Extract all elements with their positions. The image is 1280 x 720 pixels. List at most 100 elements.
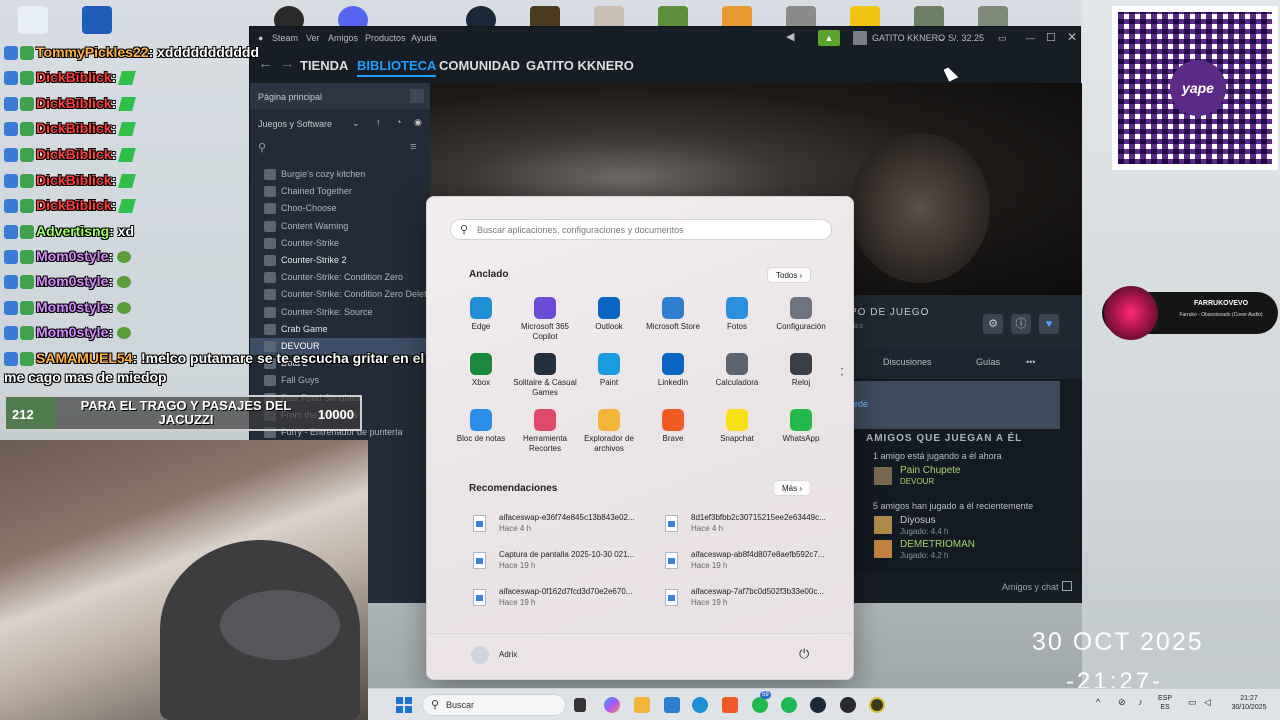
friends-chat-button[interactable]: Amigos y chat bbox=[1002, 582, 1059, 592]
all-apps-button[interactable]: Todos › bbox=[767, 267, 812, 283]
pinned-app[interactable]: Explorador de archivos bbox=[577, 409, 641, 454]
game-list-item[interactable]: Content Warning bbox=[250, 218, 430, 235]
gear-icon[interactable]: ⚙ bbox=[983, 314, 1003, 334]
friend-name[interactable]: Diyosus bbox=[900, 515, 936, 526]
app-taskbar-icon[interactable] bbox=[869, 697, 885, 713]
recommendation-item[interactable]: aifaceswap-e36f74e845c13b843e02... Hace 4… bbox=[469, 511, 639, 541]
tray-app-icon[interactable]: ⊘ bbox=[1118, 698, 1126, 707]
maximize-icon[interactable]: ☐ bbox=[1046, 31, 1056, 44]
library-search[interactable]: ⚲ ≡ bbox=[250, 139, 430, 159]
recommendation-item[interactable]: 8d1ef3bfbb2c30715215ee2e63449c... Hace 4 … bbox=[661, 511, 831, 541]
menu-productos[interactable]: Productos bbox=[365, 33, 406, 43]
friend-avatar[interactable] bbox=[874, 467, 892, 485]
steam-username[interactable]: GATITO KKNERO bbox=[872, 33, 945, 43]
friend-name[interactable]: DEMETRIOMAN bbox=[900, 539, 975, 550]
filter-lines-icon[interactable]: ≡ bbox=[410, 141, 416, 153]
edge-icon[interactable] bbox=[692, 697, 708, 713]
notification-bell-icon[interactable]: ▲ bbox=[818, 30, 840, 46]
language-indicator[interactable]: ESP ES bbox=[1158, 694, 1172, 712]
task-view-icon[interactable] bbox=[574, 698, 586, 712]
user-avatar-icon[interactable] bbox=[471, 646, 489, 664]
pinned-app[interactable]: LinkedIn bbox=[641, 353, 705, 388]
microphone-icon[interactable]: ♪ bbox=[1138, 698, 1143, 707]
tab-discusiones[interactable]: Discusiones bbox=[883, 357, 932, 367]
tab-guias[interactable]: Guías bbox=[976, 357, 1000, 367]
back-arrow-icon[interactable]: ← bbox=[258, 55, 273, 72]
whatsapp-icon[interactable]: 59 bbox=[752, 691, 771, 713]
game-list-item[interactable]: Crab Game bbox=[250, 321, 430, 338]
tray-overflow-icon[interactable]: ^ bbox=[1096, 698, 1100, 707]
game-list-item[interactable]: Burgie's cozy kitchen bbox=[250, 166, 430, 183]
pinned-app[interactable]: Snapchat bbox=[705, 409, 769, 444]
pinned-app[interactable]: Xbox bbox=[449, 353, 513, 388]
store-icon[interactable] bbox=[664, 697, 680, 713]
library-home-link[interactable]: Página principal bbox=[250, 83, 430, 109]
pinned-app[interactable]: Bloc de notas bbox=[449, 409, 513, 444]
favorite-heart-icon[interactable]: ♥ bbox=[1039, 314, 1059, 334]
sort-up-icon[interactable]: ↑ bbox=[376, 117, 381, 127]
start-search-input[interactable] bbox=[477, 223, 817, 237]
pinned-app[interactable]: Paint bbox=[577, 353, 641, 388]
taskbar-clock[interactable]: 21:27 30/10/2025 bbox=[1224, 694, 1274, 712]
game-list-item[interactable]: Counter-Strike bbox=[250, 235, 430, 252]
chat-plus-icon[interactable] bbox=[1062, 581, 1072, 591]
menu-ayuda[interactable]: Ayuda bbox=[411, 33, 436, 43]
close-icon[interactable]: ✕ bbox=[1067, 30, 1077, 44]
display-mode-icon[interactable]: ▭ bbox=[998, 33, 1007, 44]
game-list-item[interactable]: Chained Together bbox=[250, 183, 430, 200]
pinned-app[interactable]: Fotos bbox=[705, 297, 769, 332]
pinned-app[interactable]: Microsoft Store bbox=[641, 297, 705, 332]
game-list-item[interactable]: Fall Guys bbox=[250, 372, 430, 389]
friend-avatar[interactable] bbox=[874, 516, 892, 534]
megaphone-icon[interactable]: ◀ bbox=[786, 30, 794, 43]
windows-start-icon[interactable] bbox=[396, 697, 412, 713]
copilot-icon[interactable] bbox=[604, 697, 620, 713]
pinned-app[interactable]: Microsoft 365 Copilot bbox=[513, 297, 577, 342]
menu-steam[interactable]: Steam bbox=[272, 33, 298, 43]
game-list-item[interactable]: Counter-Strike 2 bbox=[250, 252, 430, 269]
game-list-item[interactable]: Counter-Strike: Source bbox=[250, 304, 430, 321]
pinned-app[interactable]: Edge bbox=[449, 297, 513, 332]
tab-comunidad[interactable]: COMUNIDAD bbox=[439, 58, 520, 73]
friend-name[interactable]: Pain Chupete bbox=[900, 465, 961, 476]
pinned-app[interactable]: Reloj bbox=[769, 353, 833, 388]
power-icon[interactable]: ⏻ bbox=[799, 646, 809, 662]
game-list-item[interactable]: Counter-Strike: Condition Zero Deleted S… bbox=[250, 286, 430, 303]
minimize-icon[interactable]: — bbox=[1026, 33, 1035, 43]
pinned-app[interactable]: WhatsApp bbox=[769, 409, 833, 444]
grid-view-icon[interactable] bbox=[410, 89, 424, 103]
play-filter-icon[interactable]: ◉ bbox=[414, 117, 422, 128]
menu-amigos[interactable]: Amigos bbox=[328, 33, 358, 43]
recent-clock-icon[interactable]: ◔ bbox=[396, 117, 401, 127]
steam-taskbar-icon[interactable] bbox=[810, 697, 826, 713]
game-list-item[interactable]: Counter-Strike: Condition Zero bbox=[250, 269, 430, 286]
user-name[interactable]: Adrix bbox=[499, 650, 517, 659]
start-search-box[interactable]: ⚲ bbox=[450, 219, 832, 240]
recommendation-item[interactable]: aifaceswap-ab8f4d807e8aefb592c7... Hace 1… bbox=[661, 548, 831, 578]
spotify-icon[interactable] bbox=[781, 697, 797, 713]
tab-tienda[interactable]: TIENDA bbox=[300, 58, 348, 73]
tab-biblioteca[interactable]: BIBLIOTECA bbox=[357, 58, 437, 77]
more-button[interactable]: Más › bbox=[773, 480, 812, 496]
info-icon[interactable]: ⓘ bbox=[1011, 314, 1031, 334]
pinned-app[interactable]: Herramienta Recortes bbox=[513, 409, 577, 454]
recommendation-item[interactable]: aifaceswap-0f162d7fcd3d70e2e670... Hace 1… bbox=[469, 585, 639, 615]
friend-avatar[interactable] bbox=[874, 540, 892, 558]
forward-arrow-icon[interactable]: → bbox=[280, 55, 295, 72]
pinned-app[interactable]: Calculadora bbox=[705, 353, 769, 388]
network-icon[interactable]: ▭ bbox=[1188, 698, 1197, 707]
library-filter-dropdown[interactable]: Juegos y Software ⌄ ↑ ◔ ◉ bbox=[250, 113, 430, 135]
menu-ver[interactable]: Ver bbox=[306, 33, 320, 43]
more-options-icon[interactable]: ••• bbox=[1026, 357, 1035, 367]
taskbar-search[interactable]: ⚲ Buscar bbox=[422, 694, 566, 716]
recommendation-item[interactable]: aifaceswap-7af7bc0d502f3b33e00c... Hace 1… bbox=[661, 585, 831, 615]
game-list-item[interactable]: Choo-Choose bbox=[250, 200, 430, 217]
user-avatar[interactable] bbox=[853, 31, 867, 45]
pinned-app[interactable]: Configuración bbox=[769, 297, 833, 332]
recommendation-item[interactable]: Captura de pantalla 2025-10-30 021... Hac… bbox=[469, 548, 639, 578]
pinned-app[interactable]: Outlook bbox=[577, 297, 641, 332]
tab-profile[interactable]: GATITO KKNERO bbox=[526, 58, 634, 73]
file-explorer-icon[interactable] bbox=[634, 697, 650, 713]
pinned-app[interactable]: Solitaire & Casual Games bbox=[513, 353, 577, 398]
brave-icon[interactable] bbox=[722, 697, 738, 713]
